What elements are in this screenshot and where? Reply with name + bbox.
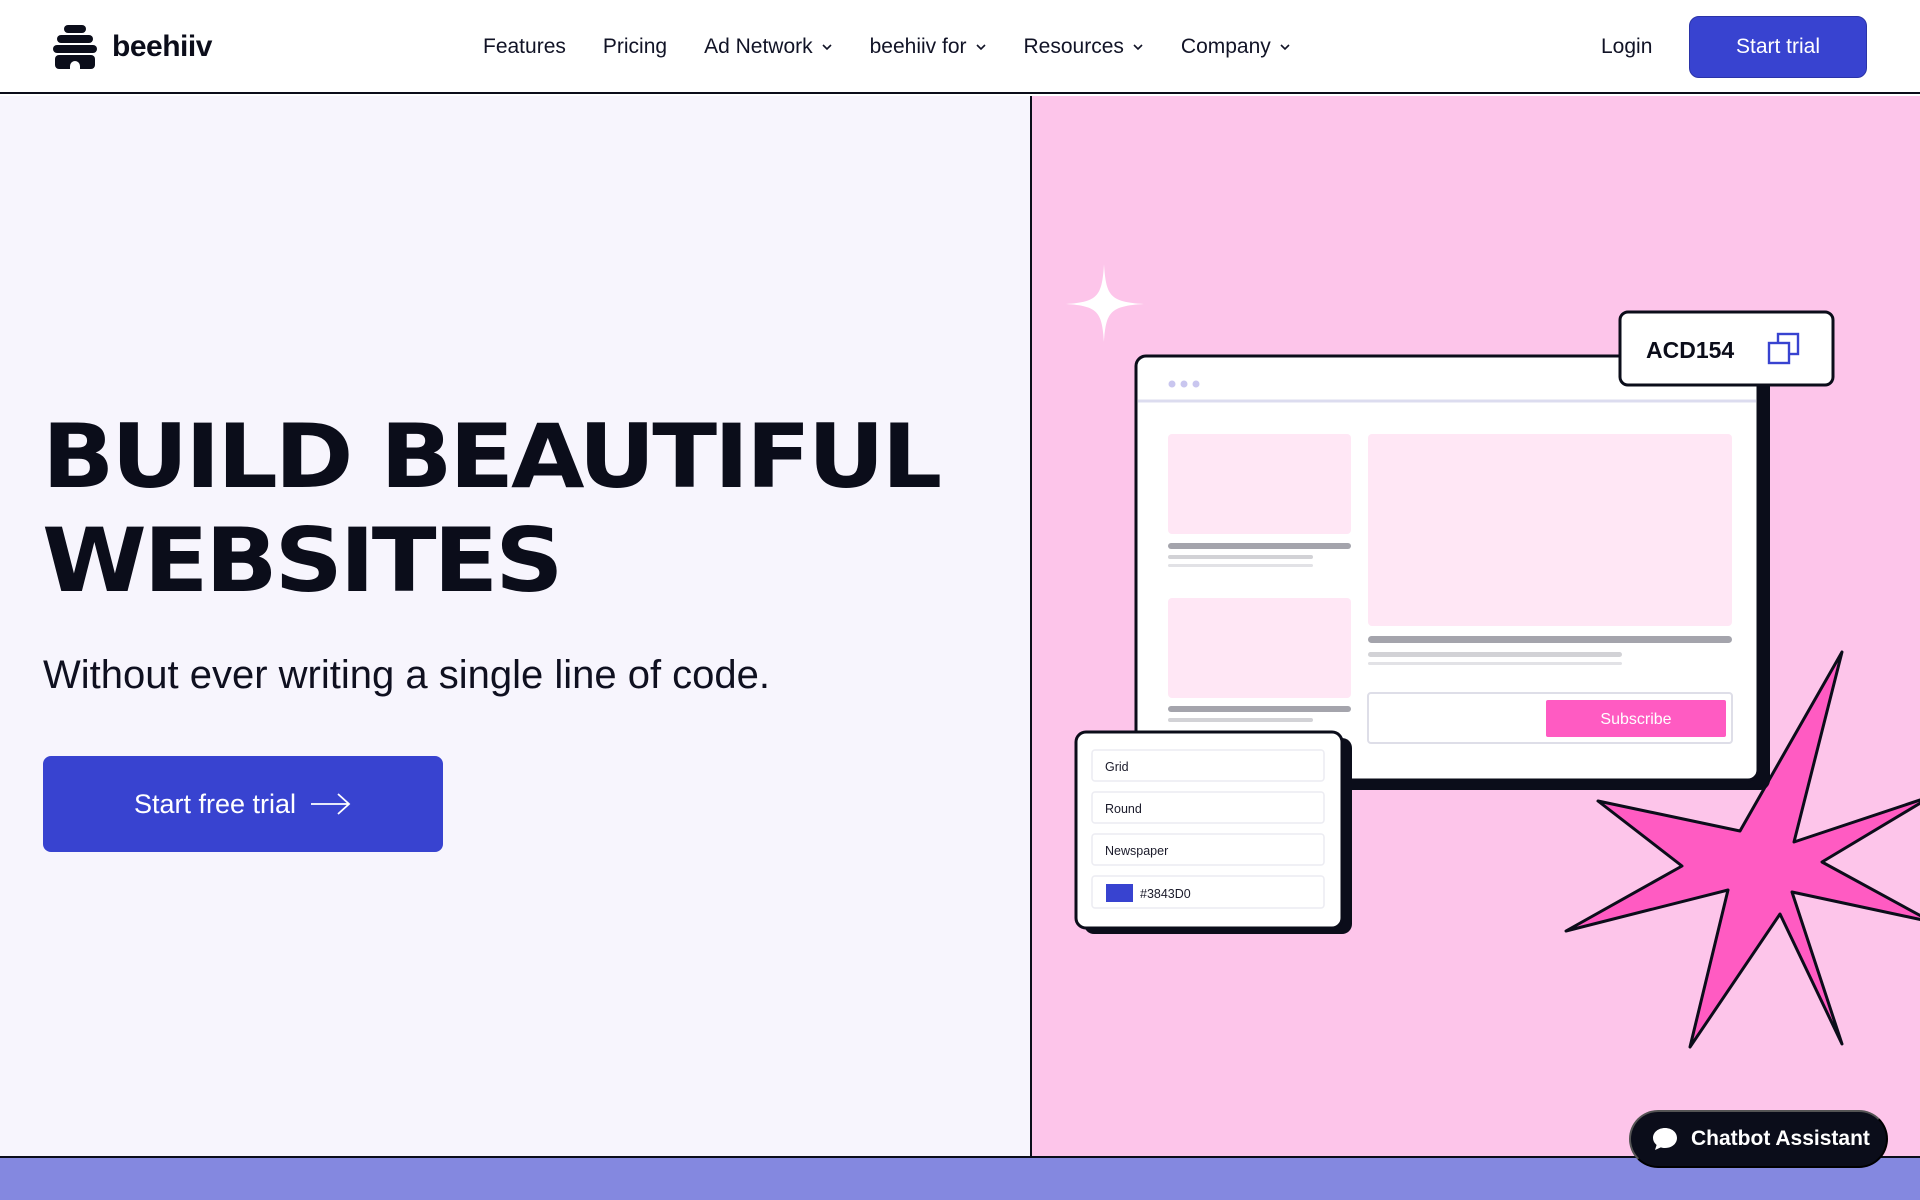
nav-company-label: Company [1180, 35, 1271, 58]
arrow-right-icon [311, 793, 351, 815]
nav-features-label: Features [483, 35, 566, 58]
nav-pricing[interactable]: Pricing [603, 35, 667, 59]
nav-beehiiv-for-label: beehiiv for [869, 35, 967, 58]
sparkle-icon [1066, 264, 1144, 342]
hero-headline-line2: WEBSITES [42, 509, 564, 612]
chatbot-label: Chatbot Assistant [1691, 1127, 1870, 1150]
chevron-down-icon [1133, 44, 1143, 51]
website-builder-illustration: Subscribe ACD154 Grid Round Newspaper #3… [1066, 264, 1920, 1049]
subscribe-label: Subscribe [1600, 711, 1671, 728]
nav-company[interactable]: Company [1181, 35, 1291, 59]
option-color-value: #3843D0 [1140, 887, 1191, 901]
brand-logo[interactable]: beehiiv [52, 24, 212, 70]
chatbot-assistant-button[interactable]: Chatbot Assistant [1629, 1110, 1888, 1168]
hero-headline: BUILD BEAUTIFUL WEBSITES [42, 405, 942, 613]
hero-illustration: Subscribe ACD154 Grid Round Newspaper #3… [1032, 96, 1920, 1156]
brand-name: beehiiv [112, 30, 212, 63]
nav-ad-network-label: Ad Network [704, 35, 813, 58]
bottom-color-band [0, 1156, 1920, 1200]
nav-resources[interactable]: Resources [1024, 35, 1144, 59]
nav-ad-network[interactable]: Ad Network [704, 35, 833, 59]
code-tag-text: ACD154 [1646, 337, 1734, 363]
start-free-trial-button[interactable]: Start free trial [43, 756, 443, 852]
nav-resources-label: Resources [1023, 35, 1124, 58]
option-newspaper-label: Newspaper [1105, 844, 1168, 858]
start-free-trial-label: Start free trial [133, 788, 297, 819]
chevron-down-icon [975, 44, 986, 51]
hero-subheadline: Without ever writing a single line of co… [43, 653, 771, 697]
nav-pricing-label: Pricing [602, 35, 668, 58]
hero-headline-line1: BUILD BEAUTIFUL [42, 405, 942, 508]
nav-beehiiv-for[interactable]: beehiiv for [870, 35, 987, 59]
option-grid-label: Grid [1105, 760, 1129, 774]
start-trial-button[interactable]: Start trial [1689, 16, 1867, 78]
chat-bubble-icon [1653, 1128, 1677, 1150]
beehive-logo-icon [52, 24, 98, 70]
chevron-down-icon [1280, 44, 1290, 51]
primary-nav: Features Pricing Ad Network beehiiv for … [483, 0, 1328, 94]
hero-left-panel [0, 96, 1030, 1156]
top-navbar: beehiiv Features Pricing Ad Network beeh… [0, 0, 1920, 94]
option-round-label: Round [1105, 802, 1142, 816]
chevron-down-icon [822, 44, 832, 51]
login-link[interactable]: Login [1601, 0, 1652, 94]
nav-features[interactable]: Features [483, 35, 566, 59]
